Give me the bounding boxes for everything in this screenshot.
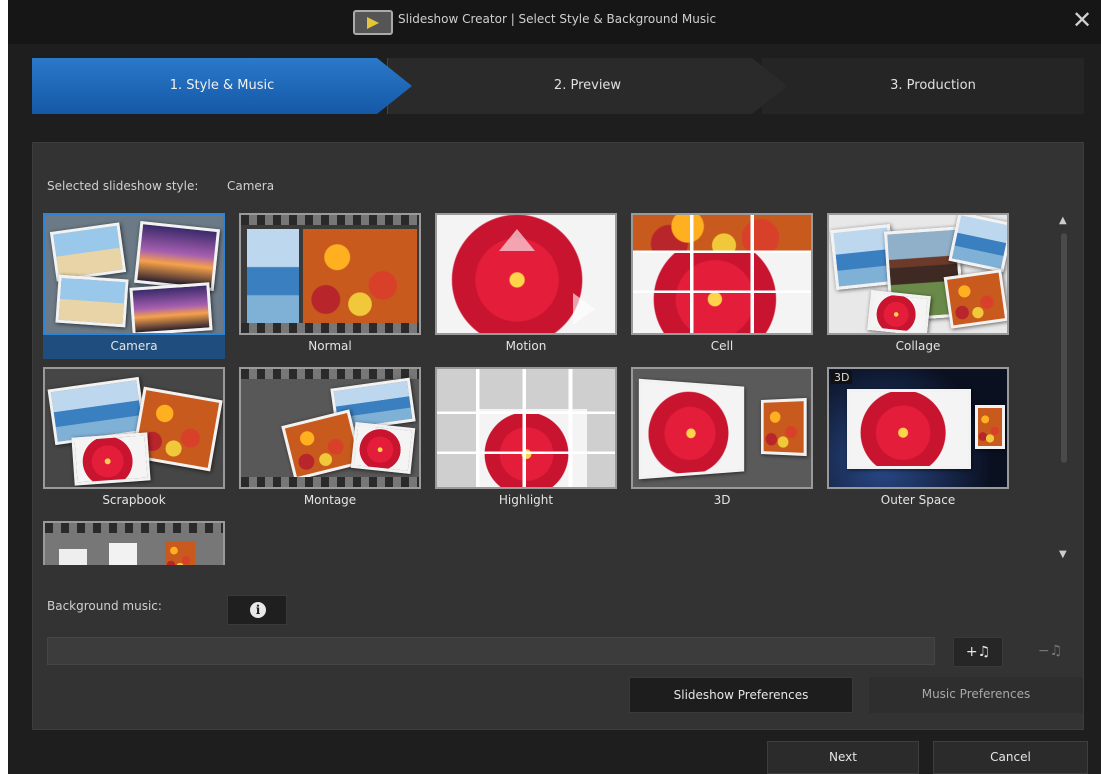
style-thumbnail: [43, 367, 225, 489]
music-preferences-button[interactable]: Music Preferences: [869, 677, 1083, 713]
style-tile-partial[interactable]: [43, 521, 225, 565]
window-title: Slideshow Creator | Select Style & Backg…: [398, 12, 716, 26]
style-tile-3d[interactable]: 3D: [631, 367, 813, 513]
cancel-button[interactable]: Cancel: [933, 741, 1088, 774]
step-production[interactable]: 3. Production: [762, 58, 1084, 114]
style-grid-scrollbar[interactable]: ▲ ▼: [1055, 215, 1073, 565]
step-preview[interactable]: 2. Preview: [387, 58, 787, 114]
scroll-down-arrow-icon[interactable]: ▼: [1059, 549, 1067, 560]
style-tile-normal[interactable]: Normal: [239, 213, 421, 359]
style-thumbnail: [435, 367, 617, 489]
style-grid: Camera Normal Motion Cell Collage Scrapb…: [39, 213, 1049, 565]
style-label: Cell: [631, 339, 813, 353]
style-thumbnail: [827, 213, 1009, 335]
style-tile-camera[interactable]: Camera: [43, 213, 225, 359]
background-music-label: Background music:: [47, 599, 162, 613]
wizard-steps: 1. Style & Music 2. Preview 3. Productio…: [32, 58, 1084, 114]
style-label: Collage: [827, 339, 1009, 353]
slideshow-app-icon: [353, 10, 393, 35]
style-thumbnail: [43, 521, 225, 565]
style-label: 3D: [631, 493, 813, 507]
slideshow-creator-window: Slideshow Creator | Select Style & Backg…: [8, 0, 1101, 774]
selected-style-label: Selected slideshow style:: [47, 179, 198, 193]
style-tile-montage[interactable]: Montage: [239, 367, 421, 513]
style-thumbnail: [43, 213, 225, 335]
style-label: Outer Space: [827, 493, 1009, 507]
style-tile-outer-space[interactable]: 3D Outer Space: [827, 367, 1009, 513]
style-tile-scrapbook[interactable]: Scrapbook: [43, 367, 225, 513]
close-icon[interactable]: ✕: [1071, 6, 1093, 34]
style-tile-collage[interactable]: Collage: [827, 213, 1009, 359]
style-label: Motion: [435, 339, 617, 353]
selected-style-value: Camera: [227, 179, 274, 193]
step-style-music[interactable]: 1. Style & Music: [32, 58, 412, 114]
style-thumbnail: [435, 213, 617, 335]
remove-music-button[interactable]: −♫: [1027, 637, 1073, 667]
style-label: Scrapbook: [43, 493, 225, 507]
music-info-button[interactable]: i: [227, 595, 287, 625]
style-music-panel: Selected slideshow style: Camera Camera: [32, 142, 1084, 730]
style-label: Highlight: [435, 493, 617, 507]
next-button[interactable]: Next: [767, 741, 919, 774]
style-tile-highlight[interactable]: Highlight: [435, 367, 617, 513]
style-thumbnail: 3D: [827, 367, 1009, 489]
add-music-button[interactable]: +♫: [953, 637, 1003, 667]
style-label: Montage: [239, 493, 421, 507]
slideshow-preferences-button[interactable]: Slideshow Preferences: [629, 677, 853, 713]
style-label: Normal: [239, 339, 421, 353]
3d-badge: 3D: [831, 371, 852, 384]
scroll-thumb[interactable]: [1061, 233, 1067, 463]
style-tile-motion[interactable]: Motion: [435, 213, 617, 359]
style-thumbnail: [631, 213, 813, 335]
style-thumbnail: [239, 367, 421, 489]
style-thumbnail: [631, 367, 813, 489]
title-bar: Slideshow Creator | Select Style & Backg…: [8, 0, 1101, 44]
info-icon: i: [250, 602, 266, 618]
style-tile-cell[interactable]: Cell: [631, 213, 813, 359]
background-music-field[interactable]: [47, 637, 935, 665]
scroll-up-arrow-icon[interactable]: ▲: [1059, 215, 1067, 226]
style-label: Camera: [43, 339, 225, 353]
style-thumbnail: [239, 213, 421, 335]
